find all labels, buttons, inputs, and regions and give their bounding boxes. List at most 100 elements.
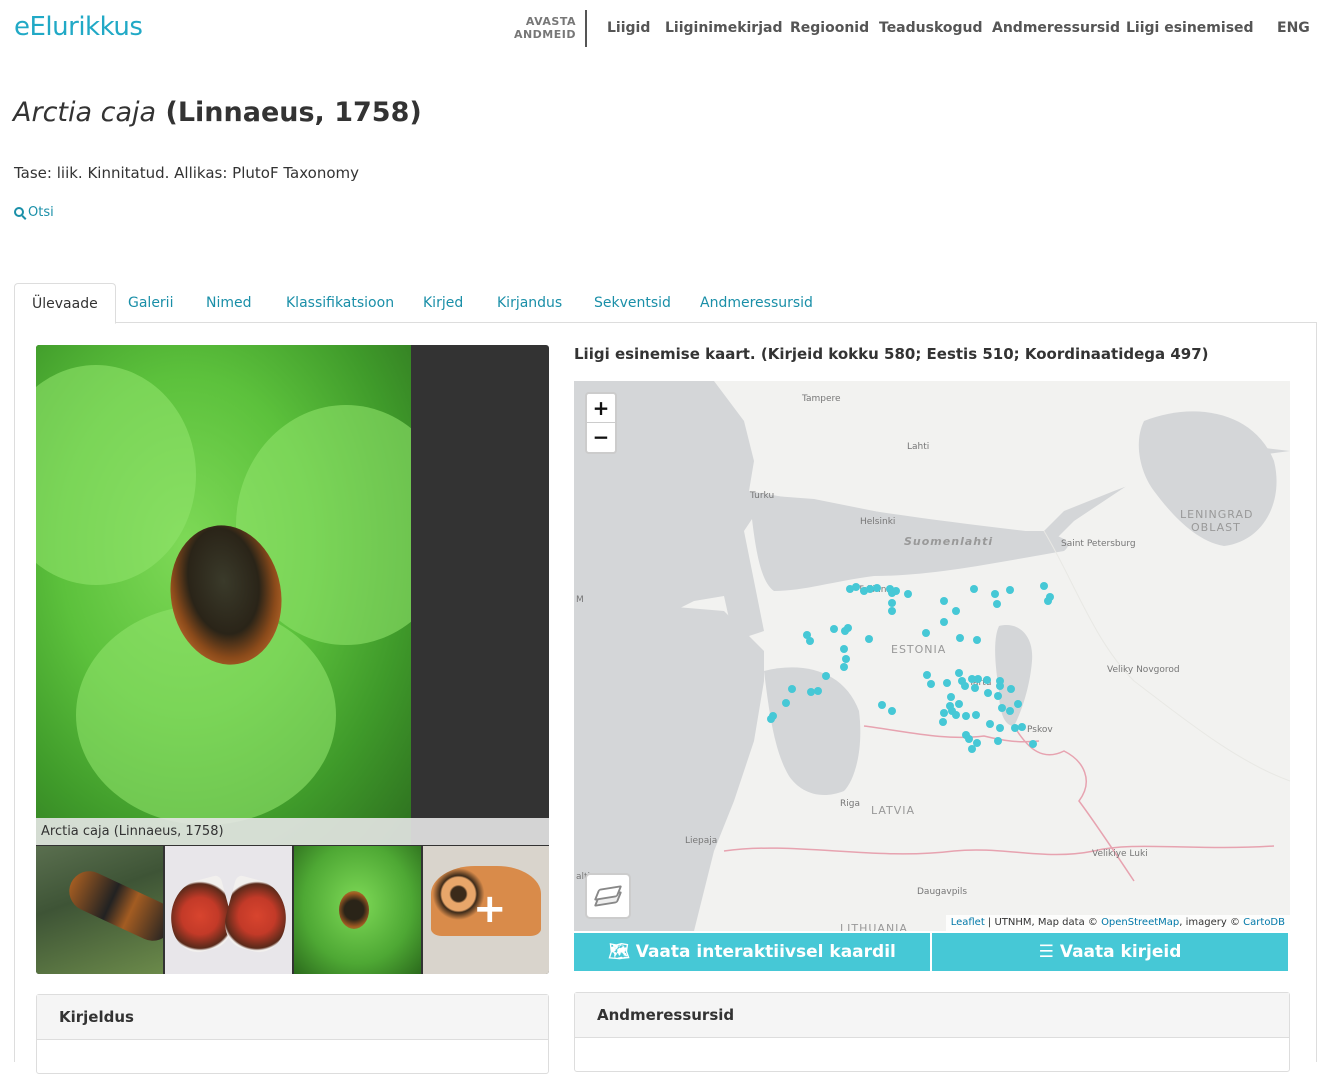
thumbnail-1[interactable] [36,846,163,974]
tab-overview[interactable]: Ülevaade [14,283,116,324]
nav-species[interactable]: Liigid [607,20,650,36]
occurrence-dot[interactable] [852,583,860,591]
tab-classification[interactable]: Klassifikatsioon [286,283,394,323]
zoom-in-button[interactable]: + [587,394,615,423]
explore-data-label[interactable]: AVASTA ANDMEID [512,15,576,41]
search-link[interactable]: Otsi [14,205,54,220]
occurrence-dot[interactable] [984,689,992,697]
occurrence-dot[interactable] [986,720,994,728]
occurrence-dot[interactable] [1006,586,1014,594]
occurrence-dot[interactable] [970,585,978,593]
nav-species-lists[interactable]: Liiginimekirjad [665,20,782,36]
tab-records[interactable]: Kirjed [423,283,463,323]
nav-collections[interactable]: Teaduskogud [879,20,983,36]
occurrence-dot[interactable] [923,671,931,679]
occurrence-dot[interactable] [952,711,960,719]
occurrence-dot[interactable] [904,590,912,598]
occurrence-dot[interactable] [873,584,881,592]
occurrence-map[interactable]: Tampere Lahti Turku Helsinki Saint Peter… [574,381,1290,931]
language-switch[interactable]: ENG [1277,20,1310,36]
occurrence-dot[interactable] [806,637,814,645]
occurrence-dot[interactable] [840,645,848,653]
occurrence-dot[interactable] [788,685,796,693]
occurrence-dot[interactable] [865,635,873,643]
occurrence-dot[interactable] [996,682,1004,690]
occurrence-dot[interactable] [994,692,1002,700]
occurrence-dot[interactable] [956,634,964,642]
occurrence-dot[interactable] [1007,685,1015,693]
occurrence-dot[interactable] [830,625,838,633]
occurrence-dot[interactable] [972,711,980,719]
thumbnail-2[interactable] [165,846,292,974]
occurrence-dot[interactable] [943,679,951,687]
occurrence-dot[interactable] [955,669,963,677]
main-photo[interactable] [36,345,411,845]
occurrence-dot[interactable] [939,718,947,726]
map-canvas: Tampere Lahti Turku Helsinki Saint Peter… [574,381,1290,931]
occurrence-dot[interactable] [952,607,960,615]
occurrence-dot[interactable] [962,712,970,720]
occurrence-dot[interactable] [940,597,948,605]
occurrence-dot[interactable] [844,624,852,632]
occurrence-dot[interactable] [1006,707,1014,715]
occurrence-dot[interactable] [968,745,976,753]
occurrence-dot[interactable] [940,709,948,717]
occurrence-dot[interactable] [991,590,999,598]
label-m: M [576,595,584,605]
occurrence-dot[interactable] [1040,582,1048,590]
leaflet-link[interactable]: Leaflet [951,917,985,928]
site-logo[interactable]: eElurikkus [14,12,143,42]
tab-data-resources[interactable]: Andmeressursid [700,283,813,323]
tab-sequences[interactable]: Sekventsid [594,283,671,323]
occurrence-dot[interactable] [1029,740,1037,748]
occurrence-dot[interactable] [922,629,930,637]
occurrence-dot[interactable] [927,680,935,688]
occurrence-dot[interactable] [1018,723,1026,731]
occurrence-dot[interactable] [822,672,830,680]
occurrence-dot[interactable] [814,687,822,695]
occurrence-dot[interactable] [973,636,981,644]
occurrence-dot[interactable] [971,684,979,692]
thumbnail-4[interactable]: + [423,846,549,974]
occurrence-dot[interactable] [892,587,900,595]
thumbnail-3[interactable] [294,846,421,974]
occurrence-dot[interactable] [840,663,848,671]
occurrence-dot[interactable] [842,655,850,663]
occurrence-dot[interactable] [782,699,790,707]
tab-names[interactable]: Nimed [206,283,252,323]
occurrence-dot[interactable] [940,618,948,626]
occurrence-dot[interactable] [807,688,815,696]
occurrence-dot[interactable] [962,731,970,739]
occurrence-dot[interactable] [1011,724,1019,732]
occurrence-dot[interactable] [996,724,1004,732]
occurrence-dot[interactable] [961,682,969,690]
nav-data-resources[interactable]: Andmeressursid [992,20,1120,36]
occurrence-dot[interactable] [1044,597,1052,605]
carto-link[interactable]: CartoDB [1243,917,1285,928]
occurrence-dot[interactable] [888,607,896,615]
nav-regions[interactable]: Regioonid [790,20,869,36]
occurrence-dot[interactable] [1014,700,1022,708]
osm-link[interactable]: OpenStreetMap [1101,917,1179,928]
occurrence-dot[interactable] [947,693,955,701]
occurrence-dot[interactable] [983,676,991,684]
label-latvia: LATVIA [871,804,915,817]
occurrence-dot[interactable] [955,700,963,708]
layers-button[interactable] [585,873,631,919]
view-records-button[interactable]: ☰ Vaata kirjeid [932,933,1288,971]
interactive-map-button[interactable]: 🗺 Vaata interaktiivsel kaardil [574,933,930,971]
nav-occurrences[interactable]: Liigi esinemised [1126,20,1254,36]
tab-literature[interactable]: Kirjandus [497,283,562,323]
label-lahti: Lahti [907,442,929,452]
occurrence-dot[interactable] [998,704,1006,712]
occurrence-dot[interactable] [888,707,896,715]
occurrence-dot[interactable] [767,715,775,723]
zoom-out-button[interactable]: − [587,423,615,452]
occurrence-dot[interactable] [878,701,886,709]
occurrence-dot[interactable] [994,737,1002,745]
occurrence-dot[interactable] [866,585,874,593]
tab-gallery[interactable]: Galerii [128,283,173,323]
occurrence-dot[interactable] [974,675,982,683]
occurrence-dot[interactable] [888,599,896,607]
occurrence-dot[interactable] [993,600,1001,608]
